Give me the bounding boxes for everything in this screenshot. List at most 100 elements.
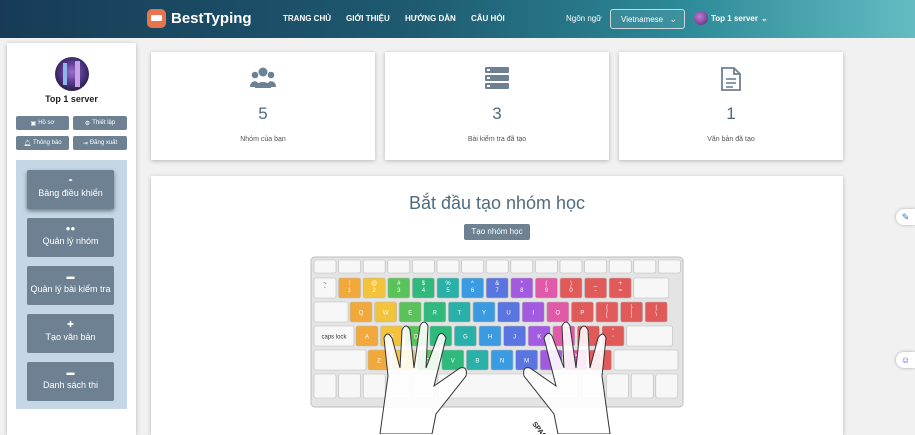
top-navbar: BestTyping TRANG CHỦ GIỚI THIỆU HƯỚNG DẪ… [0, 0, 915, 38]
user-menu[interactable]: Top 1 server ⌄ [694, 11, 768, 25]
sign-out-icon: ⇥ [82, 140, 88, 147]
chevron-down-icon: ⌄ [669, 14, 677, 24]
stat-value: 5 [258, 104, 268, 123]
key-letter-label: } [631, 305, 633, 311]
fn-key [387, 259, 411, 274]
stat-label: Bài kiểm tra đã tạo [467, 136, 527, 143]
sidebar-item-dashboard[interactable]: ◓ Bảng điều khiển [27, 170, 114, 209]
key-letter-label: Z [377, 359, 381, 365]
key-modifier [606, 373, 629, 399]
key-letter-label: " [612, 329, 614, 335]
logout-button[interactable]: ⇥ Đăng xuất [73, 136, 127, 150]
key-letter-label: U [506, 311, 510, 317]
users-icon [151, 67, 375, 93]
logout-button-label: Đăng xuất [89, 140, 118, 146]
nav-about[interactable]: GIỚI THIỆU [346, 14, 390, 23]
key-backtick-label: ` [324, 288, 326, 294]
sidebar-item-label: Bảng điều khiển [38, 188, 103, 198]
key-letter-label: K [537, 335, 541, 341]
chevron-down-icon: ⌄ [760, 13, 768, 23]
chat-widget-icon[interactable]: ✎ [896, 209, 915, 225]
sidebar-item-create-text[interactable]: ✚ Tạo văn bản [27, 314, 114, 353]
notifications-button[interactable]: 🔔︎ Thông báo [16, 136, 69, 150]
language-value: Vietnamese [621, 15, 664, 24]
settings-button[interactable]: ⚙ Thiết lập [73, 116, 127, 130]
key-letter-label: W [383, 311, 389, 317]
stat-value: 3 [492, 104, 502, 123]
key-backspace [633, 277, 670, 299]
key-letter-label: H [488, 335, 492, 341]
fn-key [485, 259, 509, 274]
stat-card-groups[interactable]: 5 Nhóm của bạn [151, 52, 375, 160]
fn-key [658, 259, 681, 274]
key-letter-label: E [408, 311, 412, 317]
dashboard-icon: ◓ [68, 176, 73, 185]
key-letter-label: R [433, 311, 438, 317]
sidebar-item-label: Danh sách thi [42, 380, 99, 390]
brand-name: BestTyping [171, 10, 252, 27]
fn-key [338, 259, 361, 274]
fn-key [559, 259, 583, 274]
sidebar-item-tests[interactable]: ▬ Quản lý bài kiểm tra [27, 266, 114, 305]
key-number-label: - [595, 288, 597, 294]
fn-key [535, 259, 558, 274]
avatar [694, 11, 708, 25]
space-label: SPACE [530, 421, 550, 434]
id-card-icon: ▣ [30, 120, 37, 127]
assistant-icon[interactable]: ☺ [896, 352, 915, 368]
sidebar: Top 1 server ▣ Hồ sơ ⚙ Thiết lập 🔔︎ Thôn… [7, 43, 136, 435]
key-number-label: % [445, 281, 451, 287]
key-letter-label: P [580, 311, 584, 317]
fn-key [362, 259, 386, 274]
fn-key [461, 259, 484, 274]
key-modifier [630, 373, 654, 399]
sidebar-menu: ◓ Bảng điều khiển ●● Quản lý nhóm ▬ Quản… [16, 160, 127, 409]
nav-home[interactable]: TRANG CHỦ [283, 14, 331, 23]
key-letter-label: M [524, 359, 529, 365]
stat-label: Văn bản đã tạo [707, 136, 755, 143]
key-number-label: ( [545, 281, 547, 287]
fn-key [633, 259, 657, 274]
fn-key [412, 259, 435, 274]
sidebar-item-groups[interactable]: ●● Quản lý nhóm [27, 218, 114, 257]
sidebar-item-label: Tạo văn bản [45, 332, 96, 342]
language-select[interactable]: Vietnamese ⌄ [610, 9, 685, 29]
profile-button[interactable]: ▣ Hồ sơ [16, 116, 69, 130]
sidebar-item-label: Quản lý nhóm [42, 236, 99, 246]
fn-key [510, 259, 534, 274]
stat-value: 1 [726, 104, 736, 123]
key-number-label: ^ [471, 281, 474, 287]
nav-guide[interactable]: HƯỚNG DẪN [405, 14, 456, 23]
nav-faq[interactable]: CÂU HỎI [471, 14, 505, 23]
stat-label: Nhóm của bạn [240, 136, 286, 143]
key-letter-label: Y [482, 311, 486, 317]
key-modifier [362, 373, 386, 399]
sidebar-item-label: Quản lý bài kiểm tra [30, 284, 111, 294]
brand-logo-link[interactable]: BestTyping [147, 9, 252, 28]
key-letter-label: { [606, 305, 608, 311]
key-letter-label: J [513, 335, 516, 341]
key-number-label: & [495, 281, 499, 287]
key-tab [313, 301, 349, 323]
key-letter-label: Q [359, 311, 364, 317]
document-icon [619, 67, 843, 93]
gear-icon: ⚙ [84, 120, 91, 127]
stat-card-tests[interactable]: 3 Bài kiểm tra đã tạo [385, 52, 609, 160]
key-enter [626, 325, 673, 347]
sidebar-item-exam-list[interactable]: ▬ Danh sách thi [27, 362, 114, 401]
keyboard-illustration: ~ `! 1 @2 #3 $4% 5 ^ 6 & 7 * 8(9) 0 _ - + = Q W E R T Y U I O P{[}]… [310, 256, 684, 434]
key-letter-label: O [555, 311, 560, 317]
key-letter-label: T [458, 311, 462, 317]
page-title: Bắt đầu tạo nhóm học [408, 193, 586, 213]
key-number-label: + [618, 281, 622, 287]
profile-avatar[interactable] [55, 57, 89, 91]
profile-button-label: Hồ sơ [38, 120, 55, 126]
list-icon: ▬ [66, 272, 75, 281]
header-username: Top 1 server [711, 13, 758, 23]
key-backtick-label: ~ [323, 281, 327, 287]
stat-card-texts[interactable]: 1 Văn bản đã tạo [619, 52, 843, 160]
key-caps-lock-label: caps lock [321, 335, 347, 341]
list-icon [385, 67, 609, 93]
list-icon: ▬ [66, 368, 75, 377]
create-group-button[interactable]: Tạo nhóm học [464, 224, 530, 240]
